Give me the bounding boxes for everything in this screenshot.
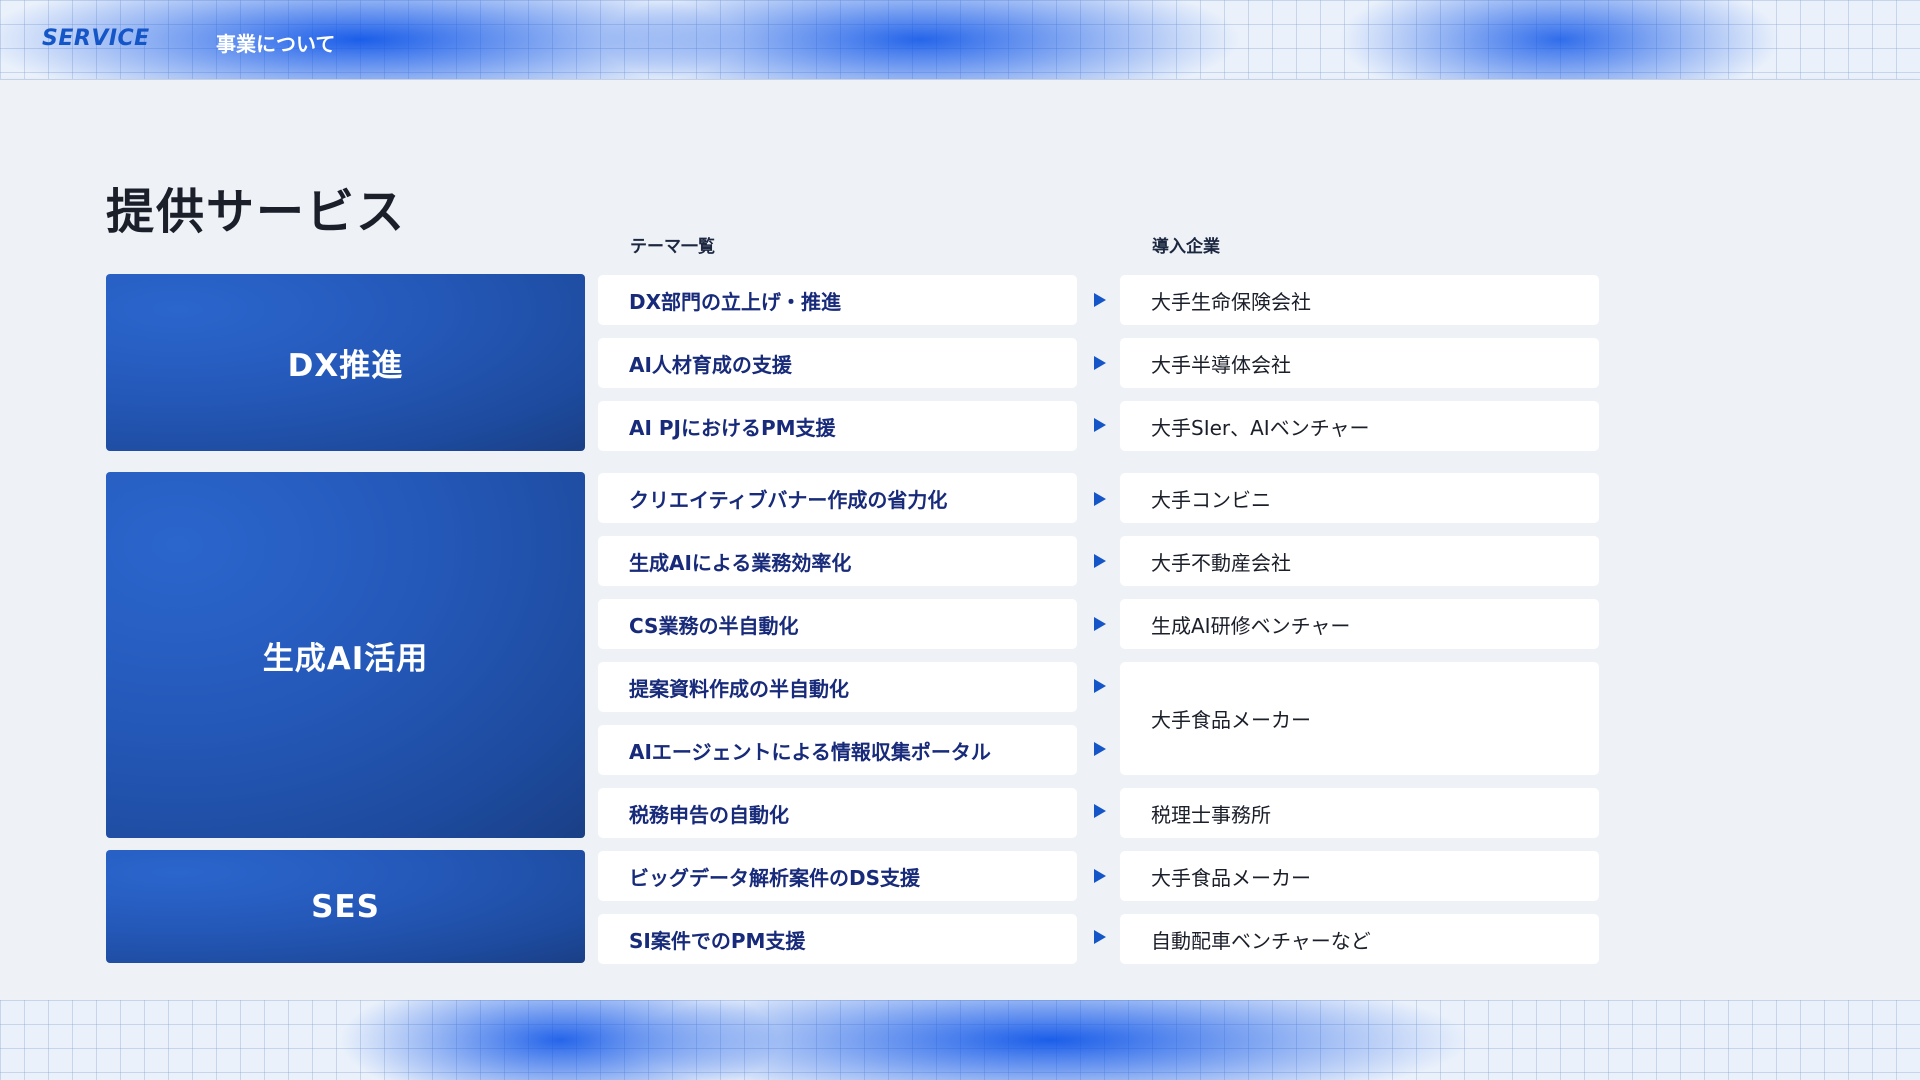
brand-label: SERVICE (42, 26, 150, 51)
company-item: 大手コンビニ (1120, 473, 1599, 523)
company-item: 生成AI研修ベンチャー (1120, 599, 1599, 649)
theme-item: AI人材育成の支援 (598, 338, 1077, 388)
triangle-right-icon (1094, 742, 1106, 756)
company-item: 税理士事務所 (1120, 788, 1599, 838)
page-title: 提供サービス (106, 184, 407, 240)
theme-item: ビッグデータ解析案件のDS支援 (598, 851, 1077, 901)
theme-item: 生成AIによる業務効率化 (598, 536, 1077, 586)
theme-column-header: テーマ一覧 (630, 237, 715, 257)
triangle-right-icon (1094, 293, 1106, 307)
triangle-right-icon (1094, 418, 1106, 432)
header-band: SERVICE 事業について (0, 0, 1920, 80)
company-item: 大手食品メーカー (1120, 662, 1599, 775)
triangle-right-icon (1094, 804, 1106, 818)
theme-item: クリエイティブバナー作成の省力化 (598, 473, 1077, 523)
company-item: 大手不動産会社 (1120, 536, 1599, 586)
theme-item: AIエージェントによる情報収集ポータル (598, 725, 1077, 775)
theme-item: SI案件でのPM支援 (598, 914, 1077, 964)
triangle-right-icon (1094, 930, 1106, 944)
category-ses: SES (106, 850, 585, 963)
company-item: 大手生命保険会社 (1120, 275, 1599, 325)
company-item: 自動配車ベンチャーなど (1120, 914, 1599, 964)
triangle-right-icon (1094, 492, 1106, 506)
triangle-right-icon (1094, 869, 1106, 883)
company-item: 大手食品メーカー (1120, 851, 1599, 901)
category-genai: 生成AI活用 (106, 472, 585, 838)
company-column-header: 導入企業 (1152, 237, 1220, 257)
theme-item: DX部門の立上げ・推進 (598, 275, 1077, 325)
triangle-right-icon (1094, 679, 1106, 693)
theme-item: 税務申告の自動化 (598, 788, 1077, 838)
triangle-right-icon (1094, 554, 1106, 568)
category-dx: DX推進 (106, 274, 585, 451)
theme-item: AI PJにおけるPM支援 (598, 401, 1077, 451)
section-label: 事業について (216, 32, 336, 56)
triangle-right-icon (1094, 617, 1106, 631)
company-item: 大手SIer、AIベンチャー (1120, 401, 1599, 451)
theme-item: CS業務の半自動化 (598, 599, 1077, 649)
company-item: 大手半導体会社 (1120, 338, 1599, 388)
footer-band (0, 1000, 1920, 1080)
triangle-right-icon (1094, 356, 1106, 370)
theme-item: 提案資料作成の半自動化 (598, 662, 1077, 712)
